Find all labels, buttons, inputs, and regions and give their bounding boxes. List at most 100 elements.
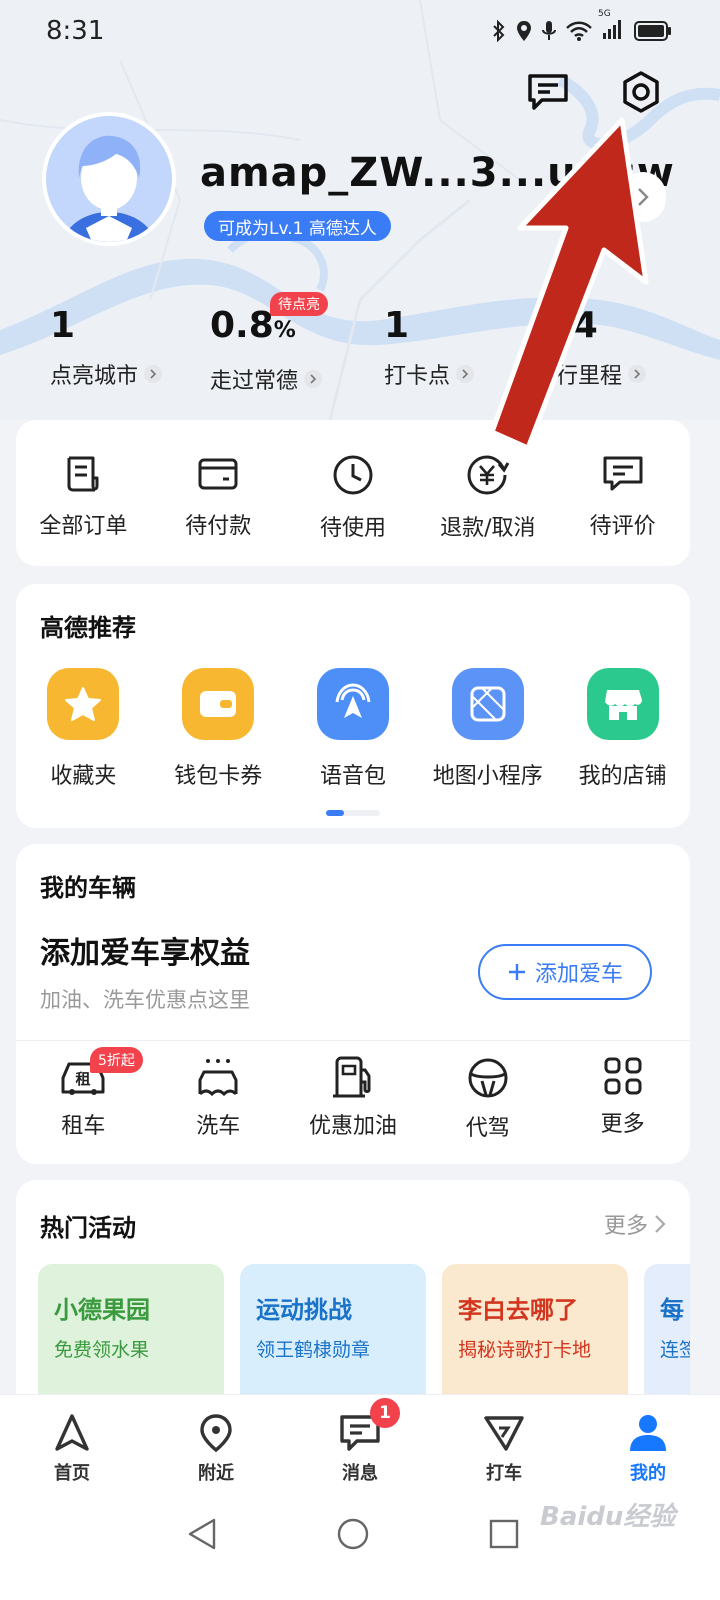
- rec-label: 语音包: [319, 764, 386, 789]
- promo-sub: 免费领水果: [54, 1339, 150, 1361]
- signal-icon: 5G: [598, 9, 624, 43]
- order-all[interactable]: 全部订单: [16, 420, 151, 566]
- order-label: 待使用: [319, 516, 386, 541]
- nav-messages[interactable]: 消息: [288, 1395, 432, 1500]
- star-icon: [47, 668, 120, 740]
- nav-mine[interactable]: 我的: [576, 1395, 720, 1500]
- vehicle-title: 我的车辆: [40, 874, 136, 902]
- nav-label: 附近: [198, 1463, 234, 1484]
- service-label: 代驾: [465, 1116, 510, 1141]
- chevron-right-icon: [655, 1215, 666, 1233]
- rec-favorites[interactable]: 收藏夹: [16, 668, 151, 790]
- refund-icon: [467, 455, 510, 495]
- message-button[interactable]: [524, 68, 572, 116]
- message-icon: [528, 74, 568, 110]
- more-label: 更多: [603, 1214, 648, 1239]
- add-car-button[interactable]: 添加爱车: [478, 944, 652, 1000]
- promo-daily[interactable]: 每 连签: [644, 1264, 690, 1404]
- order-label: 退款/取消: [440, 516, 536, 541]
- discount-badge: 5折起: [90, 1047, 143, 1073]
- recents-button[interactable]: [484, 1514, 524, 1554]
- nav-nearby[interactable]: 附近: [144, 1395, 288, 1500]
- service-fuel-discount[interactable]: 优惠加油: [286, 1056, 421, 1142]
- comment-icon: [603, 456, 643, 491]
- promo-title: 小德果园: [54, 1296, 150, 1324]
- recommend-card: 高德推荐 收藏夹 钱包卡券 语音包 地图小程序 我的店铺: [16, 584, 690, 828]
- stat-value: 0.8: [210, 305, 274, 346]
- order-refund[interactable]: 退款/取消: [420, 420, 555, 566]
- promo-sports[interactable]: 运动挑战 领王鹤棣勋章: [240, 1264, 426, 1404]
- rec-voice[interactable]: 语音包: [286, 668, 421, 790]
- back-triangle-icon: [188, 1518, 216, 1550]
- service-more[interactable]: 更多: [555, 1056, 690, 1142]
- profile-stats: 1 点亮城市 0.8% 走过常德 1 打卡点 3.4 出行里程: [0, 306, 720, 396]
- back-button[interactable]: [182, 1514, 222, 1554]
- promo-libai[interactable]: 李白去哪了 揭秘诗歌打卡地: [442, 1264, 628, 1404]
- order-to-review[interactable]: 待评价: [555, 420, 690, 566]
- profile-arrow-button[interactable]: [620, 172, 666, 222]
- service-car-wash[interactable]: 洗车: [151, 1056, 286, 1142]
- service-label: 洗车: [196, 1114, 241, 1139]
- nav-label: 首页: [54, 1463, 90, 1484]
- stat-city-coverage[interactable]: 0.8% 走过常德: [210, 305, 323, 395]
- mic-icon: [542, 21, 556, 40]
- fuel-icon: [332, 1056, 371, 1098]
- order-label: 待付款: [185, 514, 252, 539]
- rec-my-shop[interactable]: 我的店铺: [555, 668, 690, 790]
- vehicle-headline: 添加爱车享权益: [40, 936, 250, 971]
- rec-mini-program[interactable]: 地图小程序: [420, 668, 555, 790]
- stat-mileage[interactable]: 3.4 出行里程: [534, 306, 647, 390]
- rental-glyph: 租: [76, 1070, 91, 1088]
- stat-checkins[interactable]: 1 打卡点: [384, 305, 475, 390]
- vehicle-card: 我的车辆 添加爱车享权益 加油、洗车优惠点这里 添加爱车 租 租车 洗车 优惠加…: [16, 844, 690, 1164]
- avatar[interactable]: [42, 112, 176, 246]
- steering-wheel-icon: [468, 1058, 508, 1098]
- order-label: 待评价: [589, 514, 656, 539]
- chevron-right-icon: [628, 365, 647, 383]
- status-icons: 5G: [492, 9, 672, 43]
- rec-wallet[interactable]: 钱包卡券: [151, 668, 286, 790]
- order-to-use[interactable]: 待使用: [286, 420, 421, 566]
- taxi-icon: [484, 1416, 524, 1451]
- chevron-right-icon: [638, 188, 649, 206]
- nav-home[interactable]: 首页: [0, 1395, 144, 1500]
- promo-sub: 揭秘诗歌打卡地: [458, 1339, 592, 1361]
- more-link[interactable]: 更多: [604, 1208, 666, 1240]
- bluetooth-icon: [493, 20, 505, 42]
- service-label: 优惠加油: [308, 1114, 397, 1139]
- home-button[interactable]: [333, 1514, 373, 1554]
- network-label: 5G: [598, 9, 611, 19]
- home-circle-icon: [337, 1518, 369, 1550]
- promo-orchard[interactable]: 小德果园 免费领水果: [38, 1264, 224, 1404]
- stat-label: 出行里程: [534, 364, 623, 389]
- order-pending-payment[interactable]: 待付款: [151, 420, 286, 566]
- stat-value: 1: [384, 305, 410, 346]
- wifi-icon: [566, 21, 592, 41]
- bottom-nav: 首页 附近 消息 打车 我的: [0, 1394, 720, 1500]
- chevron-right-icon: [304, 370, 323, 388]
- promo-title: 运动挑战: [256, 1296, 352, 1324]
- plus-icon: [508, 964, 525, 980]
- page-indicator: [326, 810, 380, 816]
- nav-taxi[interactable]: 打车: [432, 1395, 576, 1500]
- add-car-label: 添加爱车: [534, 962, 623, 987]
- recents-square-icon: [489, 1519, 519, 1549]
- chevron-right-icon: [456, 365, 475, 383]
- nav-label: 打车: [486, 1463, 522, 1484]
- rec-label: 地图小程序: [432, 764, 543, 789]
- vehicle-subtext: 加油、洗车优惠点这里: [40, 988, 250, 1012]
- service-label: 更多: [600, 1112, 645, 1137]
- divider: [16, 1040, 690, 1041]
- username[interactable]: amap_ZW...3...urisw: [200, 150, 675, 196]
- location-icon: [517, 21, 531, 41]
- settings-button[interactable]: [617, 68, 665, 116]
- wallet-icon: [198, 458, 238, 490]
- service-designated-driver[interactable]: 代驾: [420, 1056, 555, 1142]
- level-badge[interactable]: 可成为Lv.1 高德达人: [204, 211, 391, 241]
- receipt-icon: [67, 456, 99, 492]
- battery-icon: [634, 21, 671, 41]
- message-badge: 1: [370, 1398, 400, 1428]
- stat-cities[interactable]: 1 点亮城市: [50, 306, 163, 390]
- promo-title: 每: [660, 1296, 684, 1324]
- rec-label: 钱包卡券: [174, 764, 263, 789]
